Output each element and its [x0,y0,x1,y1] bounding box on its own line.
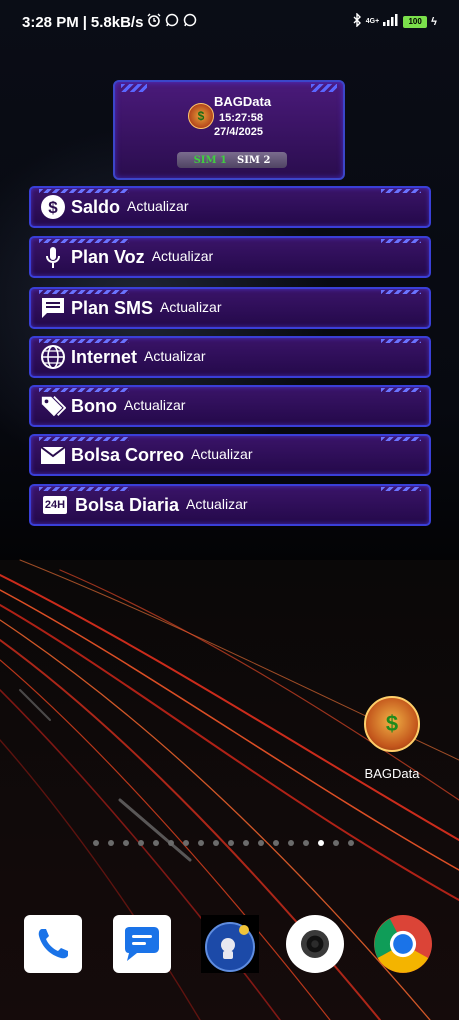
bluetooth-icon [352,12,362,30]
row-label: Plan SMS [71,297,154,318]
decor-stripes [121,84,147,92]
messages-icon [113,915,171,973]
decor-stripes [381,339,421,343]
money-bag-icon: $ [364,696,420,752]
message-icon [40,295,66,321]
row-plan-voz[interactable]: Plan Voz Actualizar [29,236,431,278]
row-bono[interactable]: Bono Actualizar [29,385,431,427]
microphone-icon [40,244,66,270]
page-dot [303,840,309,846]
24h-icon-label: 24H [42,496,68,514]
tags-icon [40,393,66,419]
page-indicator [93,840,354,846]
update-button[interactable]: Actualizar [191,446,252,462]
page-dot [258,840,264,846]
decor-stripes [39,487,129,491]
decor-stripes [381,437,421,441]
page-dot [243,840,249,846]
page-dot [138,840,144,846]
decor-stripes [311,84,337,92]
row-saldo[interactable]: $ Saldo Actualizar [29,186,431,228]
update-button[interactable]: Actualizar [144,348,205,364]
update-button[interactable]: Actualizar [152,248,213,264]
update-button[interactable]: Actualizar [160,299,221,315]
row-bolsa-diaria[interactable]: 24H Bolsa Diaria Actualizar [29,484,431,526]
row-label: Bolsa Correo [71,444,185,465]
whatsapp-icon [183,13,197,31]
mail-icon [40,442,66,468]
svg-text:$: $ [48,198,58,217]
decor-stripes [39,437,129,441]
messages-app[interactable] [113,915,171,973]
dollar-circle-icon: $ [40,194,66,220]
row-plan-sms[interactable]: Plan SMS Actualizar [29,287,431,329]
page-dot [198,840,204,846]
24h-icon: 24H [40,492,70,518]
decor-stripes [39,388,129,392]
globe-icon [40,344,66,370]
page-dot [228,840,234,846]
page-dot [213,840,219,846]
astronaut-app[interactable] [201,915,259,973]
bagdata-app-shortcut[interactable]: $ BAGData [360,696,424,781]
page-dot [288,840,294,846]
update-button[interactable]: Actualizar [124,397,185,413]
page-dot [108,840,114,846]
app-label: BAGData [364,766,420,781]
decor-stripes [39,339,129,343]
signal-icon [383,14,399,29]
decor-stripes [381,239,421,243]
astronaut-icon [201,915,259,973]
decor-stripes [381,189,421,193]
network-speed: 5.8kB/s [90,13,144,31]
chrome-icon [374,915,432,973]
bagdata-widget-header[interactable]: $ BAGData 15:27:58 27/4/2025 SIM 1 SIM 2 [113,80,345,180]
bagdata-logo-icon: $ [188,103,214,129]
chrome-app[interactable] [374,915,432,973]
alarm-icon [147,13,161,31]
charging-icon: ϟ [431,15,437,28]
page-dot [273,840,279,846]
widget-title: BAGData [214,94,272,109]
status-bar: 3:28 PM | 5.8kB/s 4G+ 100 ϟ [0,0,459,44]
whatsapp-icon [165,13,179,31]
phone-app[interactable] [24,915,82,973]
camera-app[interactable] [286,915,344,973]
widget-date: 27/4/2025 [214,126,263,138]
decor-stripes [39,239,129,243]
phone-icon [24,915,82,973]
page-dot [348,840,354,846]
network-type: 4G+ [365,18,380,25]
decor-stripes [381,290,421,294]
camera-icon [286,915,344,973]
sim2-tab[interactable]: SIM 2 [237,155,270,166]
row-label: Plan Voz [71,246,145,267]
battery-level: 100 [403,15,428,28]
status-separator: | [82,13,87,31]
sim1-tab[interactable]: SIM 1 [194,155,227,166]
widget-time: 15:27:58 [219,112,264,124]
update-button[interactable]: Actualizar [127,198,188,214]
page-dot [333,840,339,846]
decor-stripes [39,290,129,294]
decor-stripes [381,388,421,392]
row-label: Bono [71,395,117,416]
decor-stripes [381,487,421,491]
row-label: Bolsa Diaria [75,494,180,515]
row-bolsa-correo[interactable]: Bolsa Correo Actualizar [29,434,431,476]
row-label: Internet [71,346,138,367]
row-label: Saldo [71,196,121,217]
page-dot [318,840,324,846]
row-internet[interactable]: Internet Actualizar [29,336,431,378]
page-dot [123,840,129,846]
update-button[interactable]: Actualizar [186,496,247,512]
status-time: 3:28 PM [22,13,79,31]
page-dot [153,840,159,846]
page-dot [93,840,99,846]
page-dot [168,840,174,846]
page-dot [183,840,189,846]
dock [0,915,459,977]
decor-stripes [39,189,129,193]
sim-selector[interactable]: SIM 1 SIM 2 [177,152,287,168]
